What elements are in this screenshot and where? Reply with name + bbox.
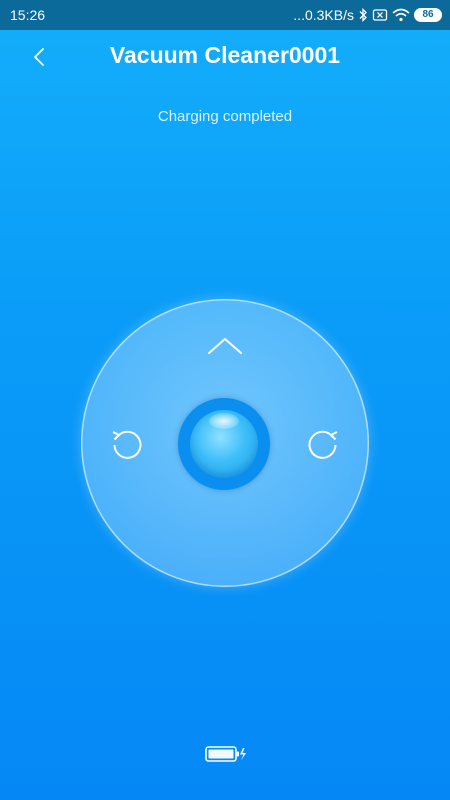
rotate-counterclockwise-icon xyxy=(112,430,142,459)
battery-charging-icon xyxy=(205,746,246,762)
rotate-right-button[interactable] xyxy=(303,423,343,463)
header: Vacuum Cleaner0001 xyxy=(0,30,450,86)
direction-controller xyxy=(81,299,369,587)
chevron-up-icon xyxy=(208,338,242,354)
forward-button[interactable] xyxy=(205,331,245,361)
charging-status-text: Charging completed xyxy=(157,108,293,125)
button-highlight xyxy=(209,413,239,429)
bluetooth-icon xyxy=(359,8,367,22)
center-button-ring xyxy=(178,398,270,490)
status-indicators: ...0.3KB/s 86 xyxy=(293,7,442,23)
battery-icon: 86 xyxy=(414,8,442,22)
page-title: Vacuum Cleaner0001 xyxy=(109,42,341,68)
rotate-clockwise-icon xyxy=(308,430,338,459)
status-time: 15:26 xyxy=(10,7,46,23)
sim-disabled-icon xyxy=(372,9,388,21)
network-speed: ...0.3KB/s xyxy=(293,7,354,23)
wifi-icon xyxy=(392,8,410,22)
battery-fill xyxy=(208,749,234,759)
start-stop-button[interactable] xyxy=(190,410,258,478)
status-bar: 15:26 ...0.3KB/s 86 xyxy=(0,0,450,30)
rotate-left-button[interactable] xyxy=(107,423,147,463)
